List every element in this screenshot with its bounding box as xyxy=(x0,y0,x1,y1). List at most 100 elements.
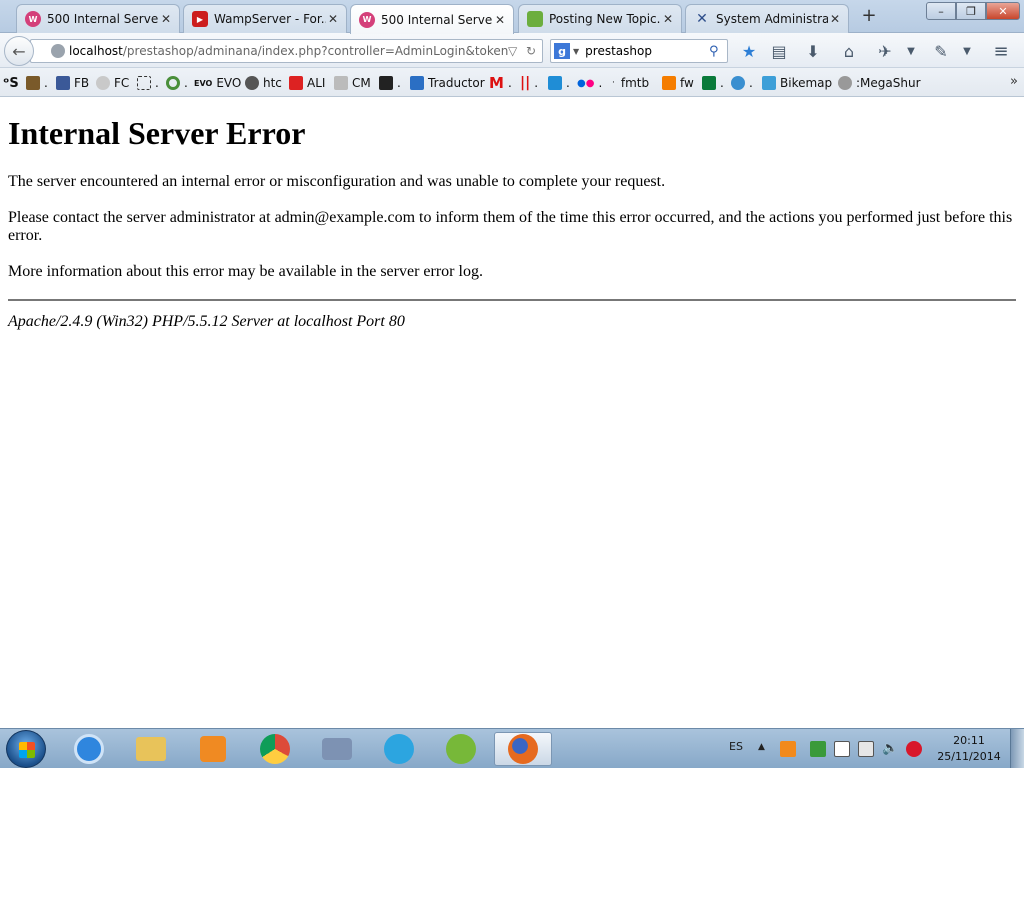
page-content: Internal Server Error The server encount… xyxy=(0,97,1024,728)
eyedropper-icon[interactable]: ✎ xyxy=(930,41,952,61)
url-bar[interactable]: localhost/prestashop/adminana/index.php?… xyxy=(30,39,543,63)
bookmark-m[interactable]: M. xyxy=(489,74,512,92)
translate-icon xyxy=(410,76,424,90)
bookmark-ali[interactable]: ALI xyxy=(289,75,325,91)
prestashop-icon xyxy=(527,11,543,27)
show-desktop-button[interactable] xyxy=(1010,729,1024,769)
chrome-icon xyxy=(260,734,290,764)
search-bar[interactable]: g ▼ prestashop ⚲ xyxy=(550,39,728,63)
tab-system-administration[interactable]: ✕ System Administra... ✕ xyxy=(685,4,849,33)
tab-500-error-1[interactable]: W 500 Internal Server ... ✕ xyxy=(16,4,180,33)
bars-icon: || xyxy=(520,75,531,91)
history-dropdown-icon[interactable]: ▽ xyxy=(508,44,517,58)
maximize-button[interactable]: ❐ xyxy=(956,2,986,20)
tab-close-icon[interactable]: ✕ xyxy=(828,12,842,26)
bookmark-xing[interactable]: . xyxy=(548,75,570,91)
addon-dropdown-icon[interactable]: ▼ xyxy=(900,41,922,61)
error-paragraph-2: Please contact the server administrator … xyxy=(8,209,1013,244)
reload-icon[interactable]: ↻ xyxy=(526,44,536,58)
show-hidden-icons-icon[interactable]: ▲ xyxy=(758,742,765,752)
bookmark-k[interactable]: . xyxy=(702,75,724,91)
bookmark-flickr[interactable]: ●●. xyxy=(577,75,602,91)
bookmark-star-icon[interactable]: ★ xyxy=(738,41,760,61)
dot-icon: · xyxy=(612,78,615,88)
bookmark-fb[interactable]: FB xyxy=(56,75,89,91)
taskbar-app-utorrent[interactable] xyxy=(432,732,490,766)
new-tab-button[interactable]: + xyxy=(856,6,882,28)
start-button[interactable] xyxy=(6,730,46,768)
bookmarks-overflow-icon[interactable]: » xyxy=(1010,74,1018,89)
tab-close-icon[interactable]: ✕ xyxy=(661,12,675,26)
bookmark-fc[interactable]: FC xyxy=(96,75,129,91)
hamburger-menu-icon[interactable]: ≡ xyxy=(990,41,1012,62)
cart-icon xyxy=(289,76,303,90)
taskbar-app-chrome[interactable] xyxy=(246,732,304,766)
tools-icon: ✕ xyxy=(696,11,708,27)
bookmark-evo[interactable]: EVO EVO xyxy=(194,75,241,91)
bookmark-s[interactable]: ᵒS xyxy=(3,75,19,91)
bookmark-dotted-box[interactable]: . xyxy=(137,75,159,91)
bookmarks-menu-icon[interactable]: ▤ xyxy=(768,41,790,61)
search-input[interactable]: prestashop xyxy=(585,44,709,58)
bookmark-bikemap[interactable]: Bikemap xyxy=(762,75,832,91)
language-indicator[interactable]: ES xyxy=(729,740,743,753)
url-path: /prestashop/adminana/index.php?controlle… xyxy=(122,44,508,58)
bookmark-cm[interactable]: CM xyxy=(334,75,371,91)
system-clock[interactable]: 20:11 25/11/2014 xyxy=(930,733,1008,765)
page-title: Internal Server Error xyxy=(8,115,306,151)
close-window-button[interactable]: ✕ xyxy=(986,2,1020,20)
taskbar-app-media[interactable] xyxy=(184,732,242,766)
clock-date: 25/11/2014 xyxy=(937,750,1001,763)
bookmark-traductor[interactable]: Traductor xyxy=(410,75,485,91)
url-text[interactable]: localhost/prestashop/adminana/index.php?… xyxy=(69,44,508,58)
taskbar-app-scanner[interactable] xyxy=(308,732,366,766)
tray-app-icon[interactable] xyxy=(780,741,796,757)
blogger-icon xyxy=(662,76,676,90)
utorrent-icon xyxy=(446,734,476,764)
back-button[interactable]: ← xyxy=(4,36,34,66)
tab-posting-new-topic[interactable]: Posting New Topic... ✕ xyxy=(518,4,682,33)
search-engine-dropdown-icon[interactable]: ▼ xyxy=(573,47,579,56)
tab-close-icon[interactable]: ✕ xyxy=(159,12,173,26)
bookmark-briefcase[interactable]: . xyxy=(379,75,401,91)
blank-area xyxy=(0,768,1024,906)
addon-icon[interactable]: ✈ xyxy=(874,41,896,61)
flickr-icon: ●● xyxy=(577,77,595,89)
bookmark-megashur[interactable]: :MegaShur xyxy=(838,75,921,91)
tab-close-icon[interactable]: ✕ xyxy=(493,13,507,27)
tab-title: Posting New Topic... xyxy=(549,12,661,26)
htc-icon xyxy=(245,76,259,90)
bookmark-htc[interactable]: htc xyxy=(245,75,282,91)
error-paragraph-1: The server encountered an internal error… xyxy=(8,173,666,190)
home-icon[interactable]: ⌂ xyxy=(838,41,860,61)
error-paragraph-3: More information about this error may be… xyxy=(8,263,483,280)
action-center-flag-icon[interactable] xyxy=(834,741,850,757)
taskbar-app-explorer[interactable] xyxy=(122,732,180,766)
downloads-icon[interactable]: ⬇ xyxy=(802,41,824,61)
tab-wampserver-forum[interactable]: ▶ WampServer - For... ✕ xyxy=(183,4,347,33)
bookmark-fmtb[interactable]: · fmtb xyxy=(612,75,649,91)
server-signature: Apache/2.4.9 (Win32) PHP/5.5.12 Server a… xyxy=(8,313,405,330)
tray-green-icon[interactable] xyxy=(810,741,826,757)
search-magnifier-icon[interactable]: ⚲ xyxy=(709,44,727,59)
mega-icon[interactable] xyxy=(906,741,922,757)
minimize-button[interactable]: – xyxy=(926,2,956,20)
taskbar-app-telegram[interactable] xyxy=(370,732,428,766)
bookmark-pin[interactable]: . xyxy=(731,75,753,91)
taskbar-app-firefox[interactable] xyxy=(494,732,552,766)
bookmark-ring[interactable]: . xyxy=(166,75,188,91)
tab-500-error-active[interactable]: W 500 Internal Server ... ✕ xyxy=(350,4,514,34)
network-icon[interactable] xyxy=(858,741,874,757)
tools-dropdown-icon[interactable]: ▼ xyxy=(956,41,978,61)
bookmarks-toolbar: ᵒS . FB FC . . EVO EVO htc ALI CM . Tradu… xyxy=(0,68,1024,97)
bookmark-fw[interactable]: fw xyxy=(662,75,694,91)
windows-taskbar: ES ▲ 🔈 20:11 25/11/2014 xyxy=(0,728,1024,769)
bookmark-figure[interactable]: . xyxy=(26,75,48,91)
navigation-toolbar: ← localhost/prestashop/adminana/index.ph… xyxy=(0,33,1024,68)
volume-icon[interactable]: 🔈 xyxy=(882,741,898,757)
google-icon[interactable]: g xyxy=(554,43,570,59)
bookmark-bars[interactable]: ||. xyxy=(520,75,538,91)
taskbar-app-c[interactable] xyxy=(60,732,118,766)
tab-close-icon[interactable]: ✕ xyxy=(326,12,340,26)
tab-title: System Administra... xyxy=(716,12,828,26)
